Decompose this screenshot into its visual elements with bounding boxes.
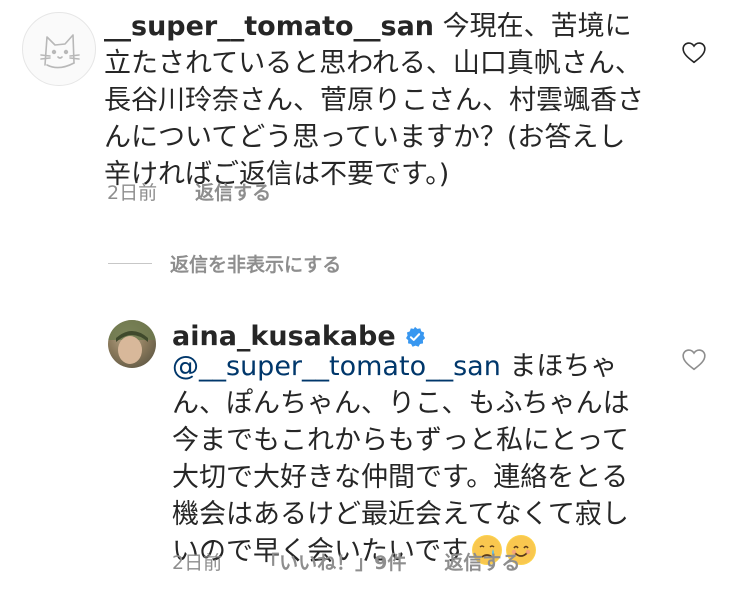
reply-body: @__super__tomato__san まほちゃん、ぽんちゃん、りこ、もふち… bbox=[172, 348, 652, 570]
heart-icon[interactable] bbox=[681, 347, 707, 371]
heart-icon[interactable] bbox=[681, 40, 707, 64]
comment-meta: 2日前 返信する bbox=[107, 178, 271, 205]
avatar[interactable] bbox=[108, 320, 156, 368]
reply-timestamp: 2日前 bbox=[172, 552, 223, 574]
verified-badge-icon bbox=[405, 326, 425, 347]
hide-replies-button[interactable]: 返信を非表示にする bbox=[108, 250, 341, 277]
comment-timestamp: 2日前 bbox=[107, 182, 158, 204]
reply-button[interactable]: 返信する bbox=[444, 548, 520, 575]
comment-username[interactable]: __super__tomato__san bbox=[104, 11, 434, 42]
hide-replies-label: 返信を非表示にする bbox=[170, 254, 342, 276]
reply-meta: 2日前 「いいね！」9件 返信する bbox=[172, 548, 520, 575]
likes-count-link[interactable]: 「いいね！」9件 bbox=[260, 548, 406, 575]
divider-line bbox=[108, 263, 152, 264]
comment-body: __super__tomato__san 今現在、苦境に立たされていると思われる… bbox=[104, 8, 649, 193]
reply-text: まほちゃん、ぽんちゃん、りこ、もふちゃんは今までもこれからもずっと私にとって大切… bbox=[172, 351, 630, 567]
reply-button[interactable]: 返信する bbox=[195, 178, 271, 205]
mention-link[interactable]: @__super__tomato__san bbox=[172, 351, 501, 382]
cat-avatar-icon[interactable] bbox=[22, 12, 96, 86]
